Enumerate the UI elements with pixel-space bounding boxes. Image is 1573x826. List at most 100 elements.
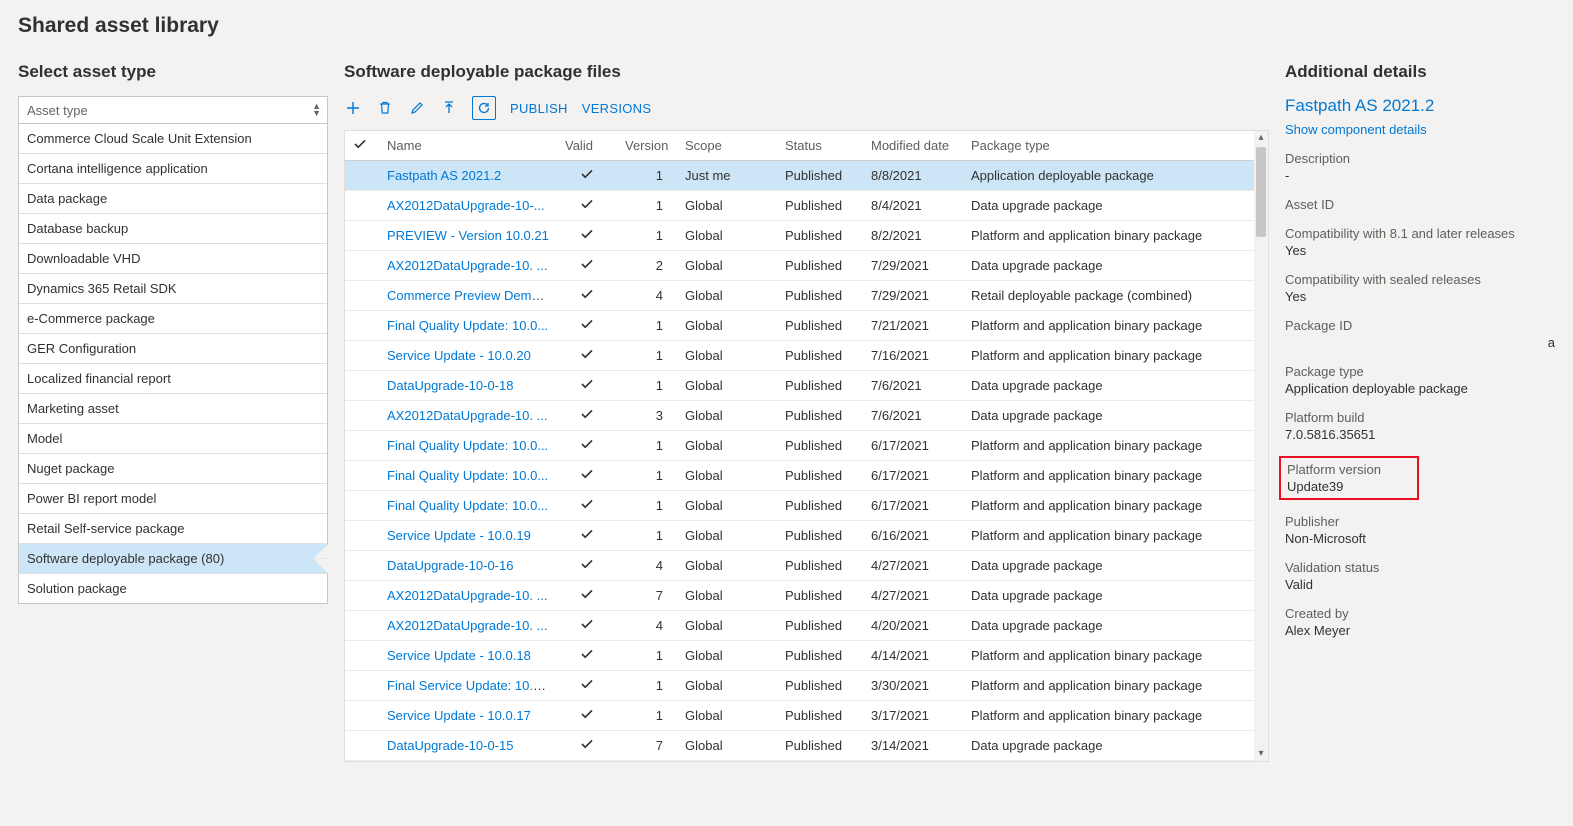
- row-version: 1: [617, 671, 677, 701]
- col-scope[interactable]: Scope: [677, 131, 777, 161]
- col-version[interactable]: Version: [617, 131, 677, 161]
- asset-type-dropdown[interactable]: Asset type ▲▼: [18, 96, 328, 124]
- row-checkbox[interactable]: [345, 431, 379, 461]
- row-name-link[interactable]: DataUpgrade-10-0-18: [387, 378, 513, 393]
- row-checkbox[interactable]: [345, 701, 379, 731]
- publish-button[interactable]: PUBLISH: [510, 101, 568, 116]
- row-name-link[interactable]: AX2012DataUpgrade-10. ...: [387, 618, 547, 633]
- col-name[interactable]: Name: [379, 131, 557, 161]
- row-name-link[interactable]: Service Update - 10.0.18: [387, 648, 531, 663]
- row-name-link[interactable]: Final Service Update: 10.0....: [387, 678, 555, 693]
- row-checkbox[interactable]: [345, 611, 379, 641]
- row-checkbox[interactable]: [345, 311, 379, 341]
- row-checkbox[interactable]: [345, 521, 379, 551]
- table-row[interactable]: AX2012DataUpgrade-10. ...4GlobalPublishe…: [345, 611, 1268, 641]
- table-row[interactable]: Commerce Preview Demo ...4GlobalPublishe…: [345, 281, 1268, 311]
- upload-icon[interactable]: [440, 99, 458, 117]
- row-checkbox[interactable]: [345, 251, 379, 281]
- row-name-link[interactable]: AX2012DataUpgrade-10. ...: [387, 258, 547, 273]
- scroll-up-icon[interactable]: ▴: [1258, 131, 1263, 145]
- table-row[interactable]: Final Quality Update: 10.0...1GlobalPubl…: [345, 491, 1268, 521]
- row-name-link[interactable]: Final Quality Update: 10.0...: [387, 318, 548, 333]
- row-checkbox[interactable]: [345, 641, 379, 671]
- asset-type-item[interactable]: Marketing asset: [19, 394, 327, 424]
- scroll-down-icon[interactable]: ▾: [1258, 747, 1263, 761]
- asset-type-item[interactable]: Retail Self-service package: [19, 514, 327, 544]
- row-name-link[interactable]: AX2012DataUpgrade-10-...: [387, 198, 545, 213]
- row-name-link[interactable]: PREVIEW - Version 10.0.21: [387, 228, 549, 243]
- table-row[interactable]: Service Update - 10.0.201GlobalPublished…: [345, 341, 1268, 371]
- details-title-link[interactable]: Fastpath AS 2021.2: [1285, 96, 1555, 116]
- row-checkbox[interactable]: [345, 491, 379, 521]
- row-name-link[interactable]: DataUpgrade-10-0-16: [387, 558, 513, 573]
- row-checkbox[interactable]: [345, 401, 379, 431]
- versions-button[interactable]: VERSIONS: [582, 101, 652, 116]
- grid-scrollbar[interactable]: ▴ ▾: [1254, 131, 1268, 761]
- table-row[interactable]: Final Quality Update: 10.0...1GlobalPubl…: [345, 431, 1268, 461]
- asset-type-item[interactable]: Solution package: [19, 574, 327, 603]
- table-row[interactable]: DataUpgrade-10-0-164GlobalPublished4/27/…: [345, 551, 1268, 581]
- table-row[interactable]: Fastpath AS 2021.21Just mePublished8/8/2…: [345, 161, 1268, 191]
- table-row[interactable]: Service Update - 10.0.191GlobalPublished…: [345, 521, 1268, 551]
- row-name-link[interactable]: Final Quality Update: 10.0...: [387, 498, 548, 513]
- row-checkbox[interactable]: [345, 341, 379, 371]
- delete-icon[interactable]: [376, 99, 394, 117]
- row-checkbox[interactable]: [345, 281, 379, 311]
- col-package-type[interactable]: Package type: [963, 131, 1268, 161]
- asset-type-item[interactable]: Cortana intelligence application: [19, 154, 327, 184]
- asset-type-item[interactable]: Commerce Cloud Scale Unit Extension: [19, 124, 327, 154]
- row-checkbox[interactable]: [345, 581, 379, 611]
- row-version: 3: [617, 401, 677, 431]
- edit-icon[interactable]: [408, 99, 426, 117]
- table-row[interactable]: AX2012DataUpgrade-10. ...3GlobalPublishe…: [345, 401, 1268, 431]
- table-row[interactable]: Service Update - 10.0.181GlobalPublished…: [345, 641, 1268, 671]
- table-row[interactable]: AX2012DataUpgrade-10. ...2GlobalPublishe…: [345, 251, 1268, 281]
- asset-type-item[interactable]: Power BI report model: [19, 484, 327, 514]
- table-row[interactable]: Service Update - 10.0.171GlobalPublished…: [345, 701, 1268, 731]
- asset-type-item[interactable]: Software deployable package (80): [19, 544, 327, 574]
- row-name-link[interactable]: Final Quality Update: 10.0...: [387, 438, 548, 453]
- row-name-link[interactable]: AX2012DataUpgrade-10. ...: [387, 408, 547, 423]
- row-name-link[interactable]: Commerce Preview Demo ...: [387, 288, 553, 303]
- scroll-thumb[interactable]: [1256, 147, 1266, 237]
- col-status[interactable]: Status: [777, 131, 863, 161]
- row-name-link[interactable]: Service Update - 10.0.20: [387, 348, 531, 363]
- asset-type-item[interactable]: Dynamics 365 Retail SDK: [19, 274, 327, 304]
- row-checkbox[interactable]: [345, 191, 379, 221]
- row-checkbox[interactable]: [345, 731, 379, 761]
- row-name-link[interactable]: DataUpgrade-10-0-15: [387, 738, 513, 753]
- asset-type-item[interactable]: Nuget package: [19, 454, 327, 484]
- table-row[interactable]: PREVIEW - Version 10.0.211GlobalPublishe…: [345, 221, 1268, 251]
- row-name-link[interactable]: Fastpath AS 2021.2: [387, 168, 501, 183]
- table-row[interactable]: Final Service Update: 10.0....1GlobalPub…: [345, 671, 1268, 701]
- row-name-link[interactable]: AX2012DataUpgrade-10. ...: [387, 588, 547, 603]
- row-name-link[interactable]: Service Update - 10.0.19: [387, 528, 531, 543]
- show-component-details-link[interactable]: Show component details: [1285, 122, 1555, 137]
- table-row[interactable]: DataUpgrade-10-0-181GlobalPublished7/6/2…: [345, 371, 1268, 401]
- col-modified[interactable]: Modified date: [863, 131, 963, 161]
- asset-type-item[interactable]: Database backup: [19, 214, 327, 244]
- table-row[interactable]: AX2012DataUpgrade-10. ...7GlobalPublishe…: [345, 581, 1268, 611]
- row-checkbox[interactable]: [345, 221, 379, 251]
- asset-type-item[interactable]: Localized financial report: [19, 364, 327, 394]
- add-icon[interactable]: [344, 99, 362, 117]
- row-checkbox[interactable]: [345, 551, 379, 581]
- row-checkbox[interactable]: [345, 461, 379, 491]
- asset-type-item[interactable]: Data package: [19, 184, 327, 214]
- refresh-icon[interactable]: [472, 96, 496, 120]
- table-row[interactable]: DataUpgrade-10-0-157GlobalPublished3/14/…: [345, 731, 1268, 761]
- row-checkbox[interactable]: [345, 671, 379, 701]
- table-row[interactable]: AX2012DataUpgrade-10-...1GlobalPublished…: [345, 191, 1268, 221]
- asset-type-item[interactable]: GER Configuration: [19, 334, 327, 364]
- row-name-link[interactable]: Service Update - 10.0.17: [387, 708, 531, 723]
- table-row[interactable]: Final Quality Update: 10.0...1GlobalPubl…: [345, 311, 1268, 341]
- row-checkbox[interactable]: [345, 161, 379, 191]
- asset-type-item[interactable]: e-Commerce package: [19, 304, 327, 334]
- asset-type-item[interactable]: Downloadable VHD: [19, 244, 327, 274]
- row-name-link[interactable]: Final Quality Update: 10.0...: [387, 468, 548, 483]
- select-all-checkbox[interactable]: [345, 131, 379, 161]
- table-row[interactable]: Final Quality Update: 10.0...1GlobalPubl…: [345, 461, 1268, 491]
- asset-type-item[interactable]: Model: [19, 424, 327, 454]
- row-checkbox[interactable]: [345, 371, 379, 401]
- col-valid[interactable]: Valid: [557, 131, 617, 161]
